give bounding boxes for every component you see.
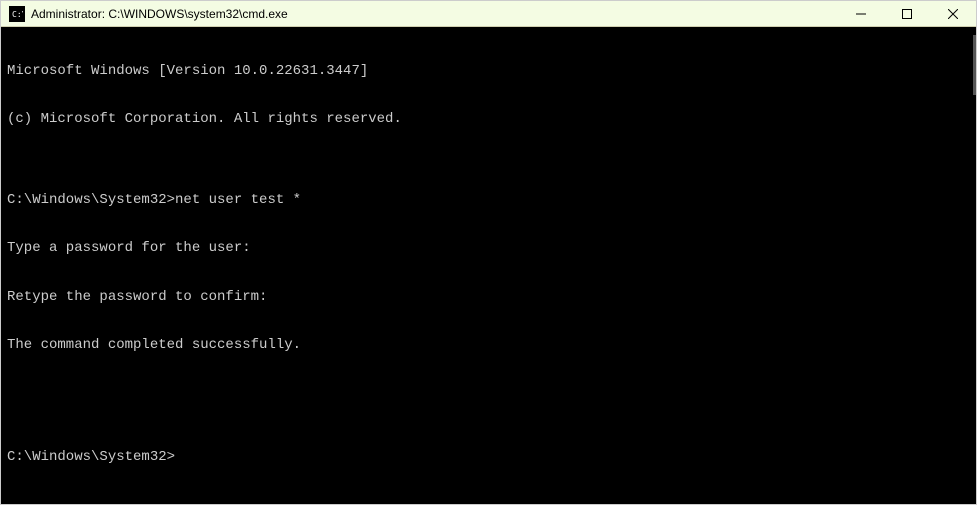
cmd-window: C:\ Administrator: C:\WINDOWS\system32\c… [0,0,977,505]
minimize-button[interactable] [838,1,884,26]
window-title: Administrator: C:\WINDOWS\system32\cmd.e… [31,7,838,21]
maximize-button[interactable] [884,1,930,26]
svg-text:C:\: C:\ [12,10,23,19]
cmd-icon: C:\ [9,6,25,22]
terminal-prompt: C:\Windows\System32> [7,449,970,465]
terminal-line: Type a password for the user: [7,240,970,256]
close-button[interactable] [930,1,976,26]
terminal-line: The command completed successfully. [7,337,970,353]
titlebar[interactable]: C:\ Administrator: C:\WINDOWS\system32\c… [1,1,976,27]
terminal-line: Retype the password to confirm: [7,289,970,305]
terminal-area[interactable]: Microsoft Windows [Version 10.0.22631.34… [1,27,976,504]
window-controls [838,1,976,26]
terminal-line: (c) Microsoft Corporation. All rights re… [7,111,970,127]
terminal-line: C:\Windows\System32>net user test * [7,192,970,208]
terminal-line: Microsoft Windows [Version 10.0.22631.34… [7,63,970,79]
scrollbar[interactable] [973,35,976,95]
